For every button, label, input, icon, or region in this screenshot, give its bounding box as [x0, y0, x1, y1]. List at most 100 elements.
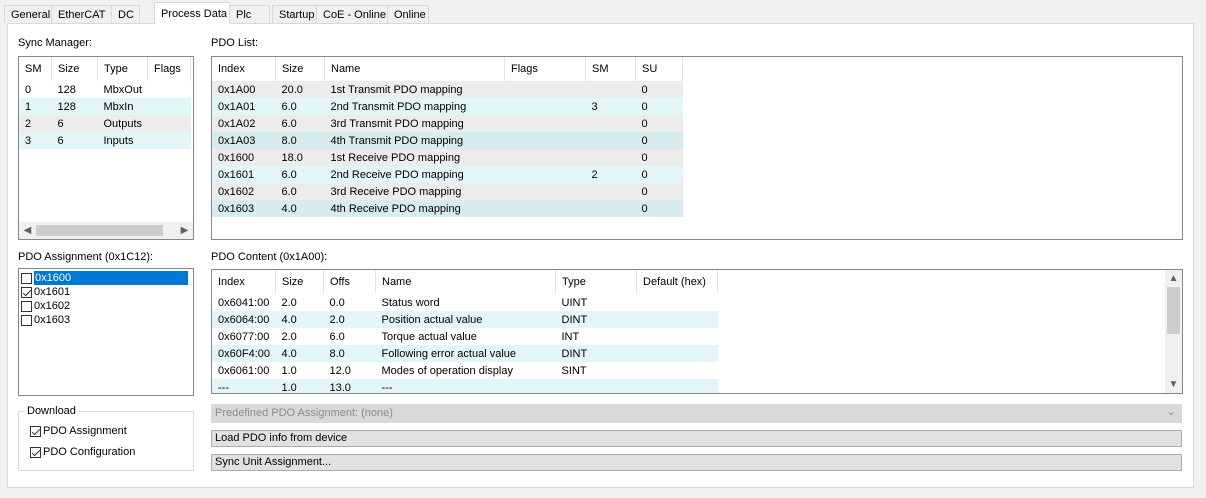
scroll-down-icon[interactable]: ▼	[1165, 376, 1182, 393]
column-header-flags[interactable]: Flags	[504, 57, 586, 81]
cell-index: 0x60F4:00	[212, 345, 276, 362]
table-row[interactable]: 0x60F4:00 4.0 8.0 Following error actual va…	[212, 345, 718, 362]
cell-sm	[585, 81, 636, 98]
pdo-content-vscrollbar[interactable]: ▲ ▼	[1165, 270, 1182, 393]
cell-sm	[585, 149, 636, 166]
sync-manager-hscrollbar[interactable]: ◀ ▶	[19, 222, 193, 239]
cell-size: 1.0	[275, 362, 324, 379]
table-row[interactable]: 0x1602 6.0 3rd Receive PDO mapping 0	[212, 183, 683, 200]
cell-name: 3rd Receive PDO mapping	[324, 183, 505, 200]
column-header-sm[interactable]: SM	[19, 57, 52, 81]
cell-default	[636, 294, 718, 311]
tab-general[interactable]: General	[4, 5, 52, 23]
table-row[interactable]: 0x1601 6.0 2nd Receive PDO mapping 2 0	[212, 166, 683, 183]
table-row[interactable]: 0x1A02 6.0 3rd Transmit PDO mapping 0	[212, 115, 683, 132]
tab-ethercat[interactable]: EtherCAT	[51, 5, 112, 23]
table-row[interactable]: 0 128 MbxOut	[19, 81, 191, 98]
tab-plc[interactable]: Plc	[229, 5, 270, 23]
sync-unit-assignment-button[interactable]: Sync Unit Assignment...	[211, 454, 1182, 471]
column-header-index[interactable]: Index	[212, 57, 276, 81]
cell-name: 3rd Transmit PDO mapping	[324, 115, 505, 132]
column-header-type[interactable]: Type	[555, 270, 637, 294]
sync-manager-list[interactable]: SM Size Type Flags 0 128 MbxOut 1 128 Mb…	[18, 56, 194, 240]
download-pdo-configuration-option[interactable]: PDO Configuration	[30, 445, 135, 459]
table-row[interactable]: 0x1A01 6.0 2nd Transmit PDO mapping 3 0	[212, 98, 683, 115]
checkbox-checked-icon[interactable]	[21, 286, 32, 298]
pdo-assignment-item[interactable]: 0x1602	[21, 299, 70, 313]
column-header-size[interactable]: Size	[275, 270, 324, 294]
checkbox-checked-icon[interactable]	[30, 446, 41, 458]
column-header-name[interactable]: Name	[375, 270, 556, 294]
pdo-list[interactable]: Index Size Name Flags SM SU 0x1A00 20.0 1s…	[211, 56, 1183, 240]
scrollbar-thumb[interactable]	[1167, 287, 1180, 334]
cell-su: 0	[635, 81, 683, 98]
cell-type	[555, 379, 637, 393]
column-header-sm[interactable]: SM	[585, 57, 636, 81]
scrollbar-thumb[interactable]	[36, 225, 163, 236]
column-header-type[interactable]: Type	[97, 57, 148, 81]
column-header-index[interactable]: Index	[212, 270, 276, 294]
tab-dc[interactable]: DC	[111, 5, 140, 23]
tab-coe-online[interactable]: CoE - Online	[316, 5, 388, 23]
pdo-assignment-list[interactable]: 0x1600 0x1601 0x1602 0x1603	[18, 268, 194, 396]
tab-startup[interactable]: Startup	[272, 5, 317, 23]
checkbox-icon[interactable]	[21, 300, 32, 312]
scroll-up-icon[interactable]: ▲	[1165, 270, 1182, 287]
column-header-flags[interactable]: Flags	[147, 57, 191, 81]
cell-sm	[585, 200, 636, 217]
tab-process-data[interactable]: Process Data	[154, 2, 230, 24]
checkbox-checked-icon[interactable]	[30, 425, 41, 437]
pdo-assignment-label: PDO Assignment (0x1C12):	[18, 251, 154, 263]
tab-online[interactable]: Online	[387, 5, 429, 23]
cell-su: 0	[635, 132, 683, 149]
column-header-offs[interactable]: Offs	[323, 270, 376, 294]
download-pdo-assignment-option[interactable]: PDO Assignment	[30, 424, 127, 438]
cell-flags	[504, 132, 586, 149]
pdo-assignment-item[interactable]: 0x1601	[21, 285, 70, 299]
table-row[interactable]: 0x6064:00 4.0 2.0 Position actual value DINT	[212, 311, 718, 328]
cell-flags	[504, 149, 586, 166]
cell-name: 1st Receive PDO mapping	[324, 149, 505, 166]
scroll-left-icon[interactable]: ◀	[19, 222, 36, 239]
cell-size: 128	[57, 83, 76, 96]
pdo-list-label: PDO List:	[211, 37, 259, 49]
cell-flags	[147, 132, 191, 149]
table-row[interactable]: 0x1A00 20.0 1st Transmit PDO mapping 0	[212, 81, 683, 98]
column-header-su[interactable]: SU	[635, 57, 683, 81]
table-row[interactable]: 0x6041:00 2.0 0.0 Status word UINT	[212, 294, 718, 311]
load-pdo-info-button[interactable]: Load PDO info from device	[211, 430, 1182, 447]
pdo-list-table: Index Size Name Flags SM SU 0x1A00 20.0 1s…	[212, 57, 683, 217]
cell-size: 6	[51, 115, 98, 132]
cell-su: 0	[635, 115, 683, 132]
cell-name: 1st Transmit PDO mapping	[324, 81, 505, 98]
cell-name: 4th Transmit PDO mapping	[324, 132, 505, 149]
table-row[interactable]: 0x1600 18.0 1st Receive PDO mapping 0	[212, 149, 683, 166]
scroll-right-icon[interactable]: ▶	[176, 222, 193, 239]
checkbox-icon[interactable]	[21, 314, 32, 326]
checkbox-icon[interactable]	[21, 272, 32, 284]
table-row[interactable]: --- 1.0 13.0 ---	[212, 379, 718, 393]
cell-name: 2nd Transmit PDO mapping	[324, 98, 505, 115]
chevron-down-icon: ⌄	[1165, 404, 1176, 418]
cell-su: 0	[635, 149, 683, 166]
table-row[interactable]: 0x6061:00 1.0 12.0 Modes of operation displ…	[212, 362, 718, 379]
table-row[interactable]: 2 6 Outputs	[19, 115, 191, 132]
cell-size: 6.0	[275, 166, 325, 183]
column-header-name[interactable]: Name	[324, 57, 505, 81]
cell-offs: 8.0	[323, 345, 376, 362]
cell-default	[636, 345, 718, 362]
table-row[interactable]: 0x1603 4.0 4th Receive PDO mapping 0	[212, 200, 683, 217]
column-header-default[interactable]: Default (hex)	[636, 270, 718, 294]
column-header-size[interactable]: Size	[275, 57, 325, 81]
cell-name: ---	[375, 379, 556, 393]
table-row[interactable]: 0x6077:00 2.0 6.0 Torque actual value INT	[212, 328, 718, 345]
pdo-assignment-item[interactable]: 0x1603	[21, 313, 70, 327]
pdo-assignment-item[interactable]: 0x1600	[21, 271, 188, 285]
table-row[interactable]: 1 128 MbxIn	[19, 98, 191, 115]
table-row[interactable]: 3 6 Inputs	[19, 132, 191, 149]
pdo-content-list[interactable]: Index Size Offs Name Type Default (hex) …	[211, 269, 1183, 394]
cell-type: SINT	[555, 362, 637, 379]
table-row[interactable]: 0x1A03 8.0 4th Transmit PDO mapping 0	[212, 132, 683, 149]
cell-index: 0x1601	[212, 166, 276, 183]
column-header-size[interactable]: Size	[51, 57, 98, 81]
